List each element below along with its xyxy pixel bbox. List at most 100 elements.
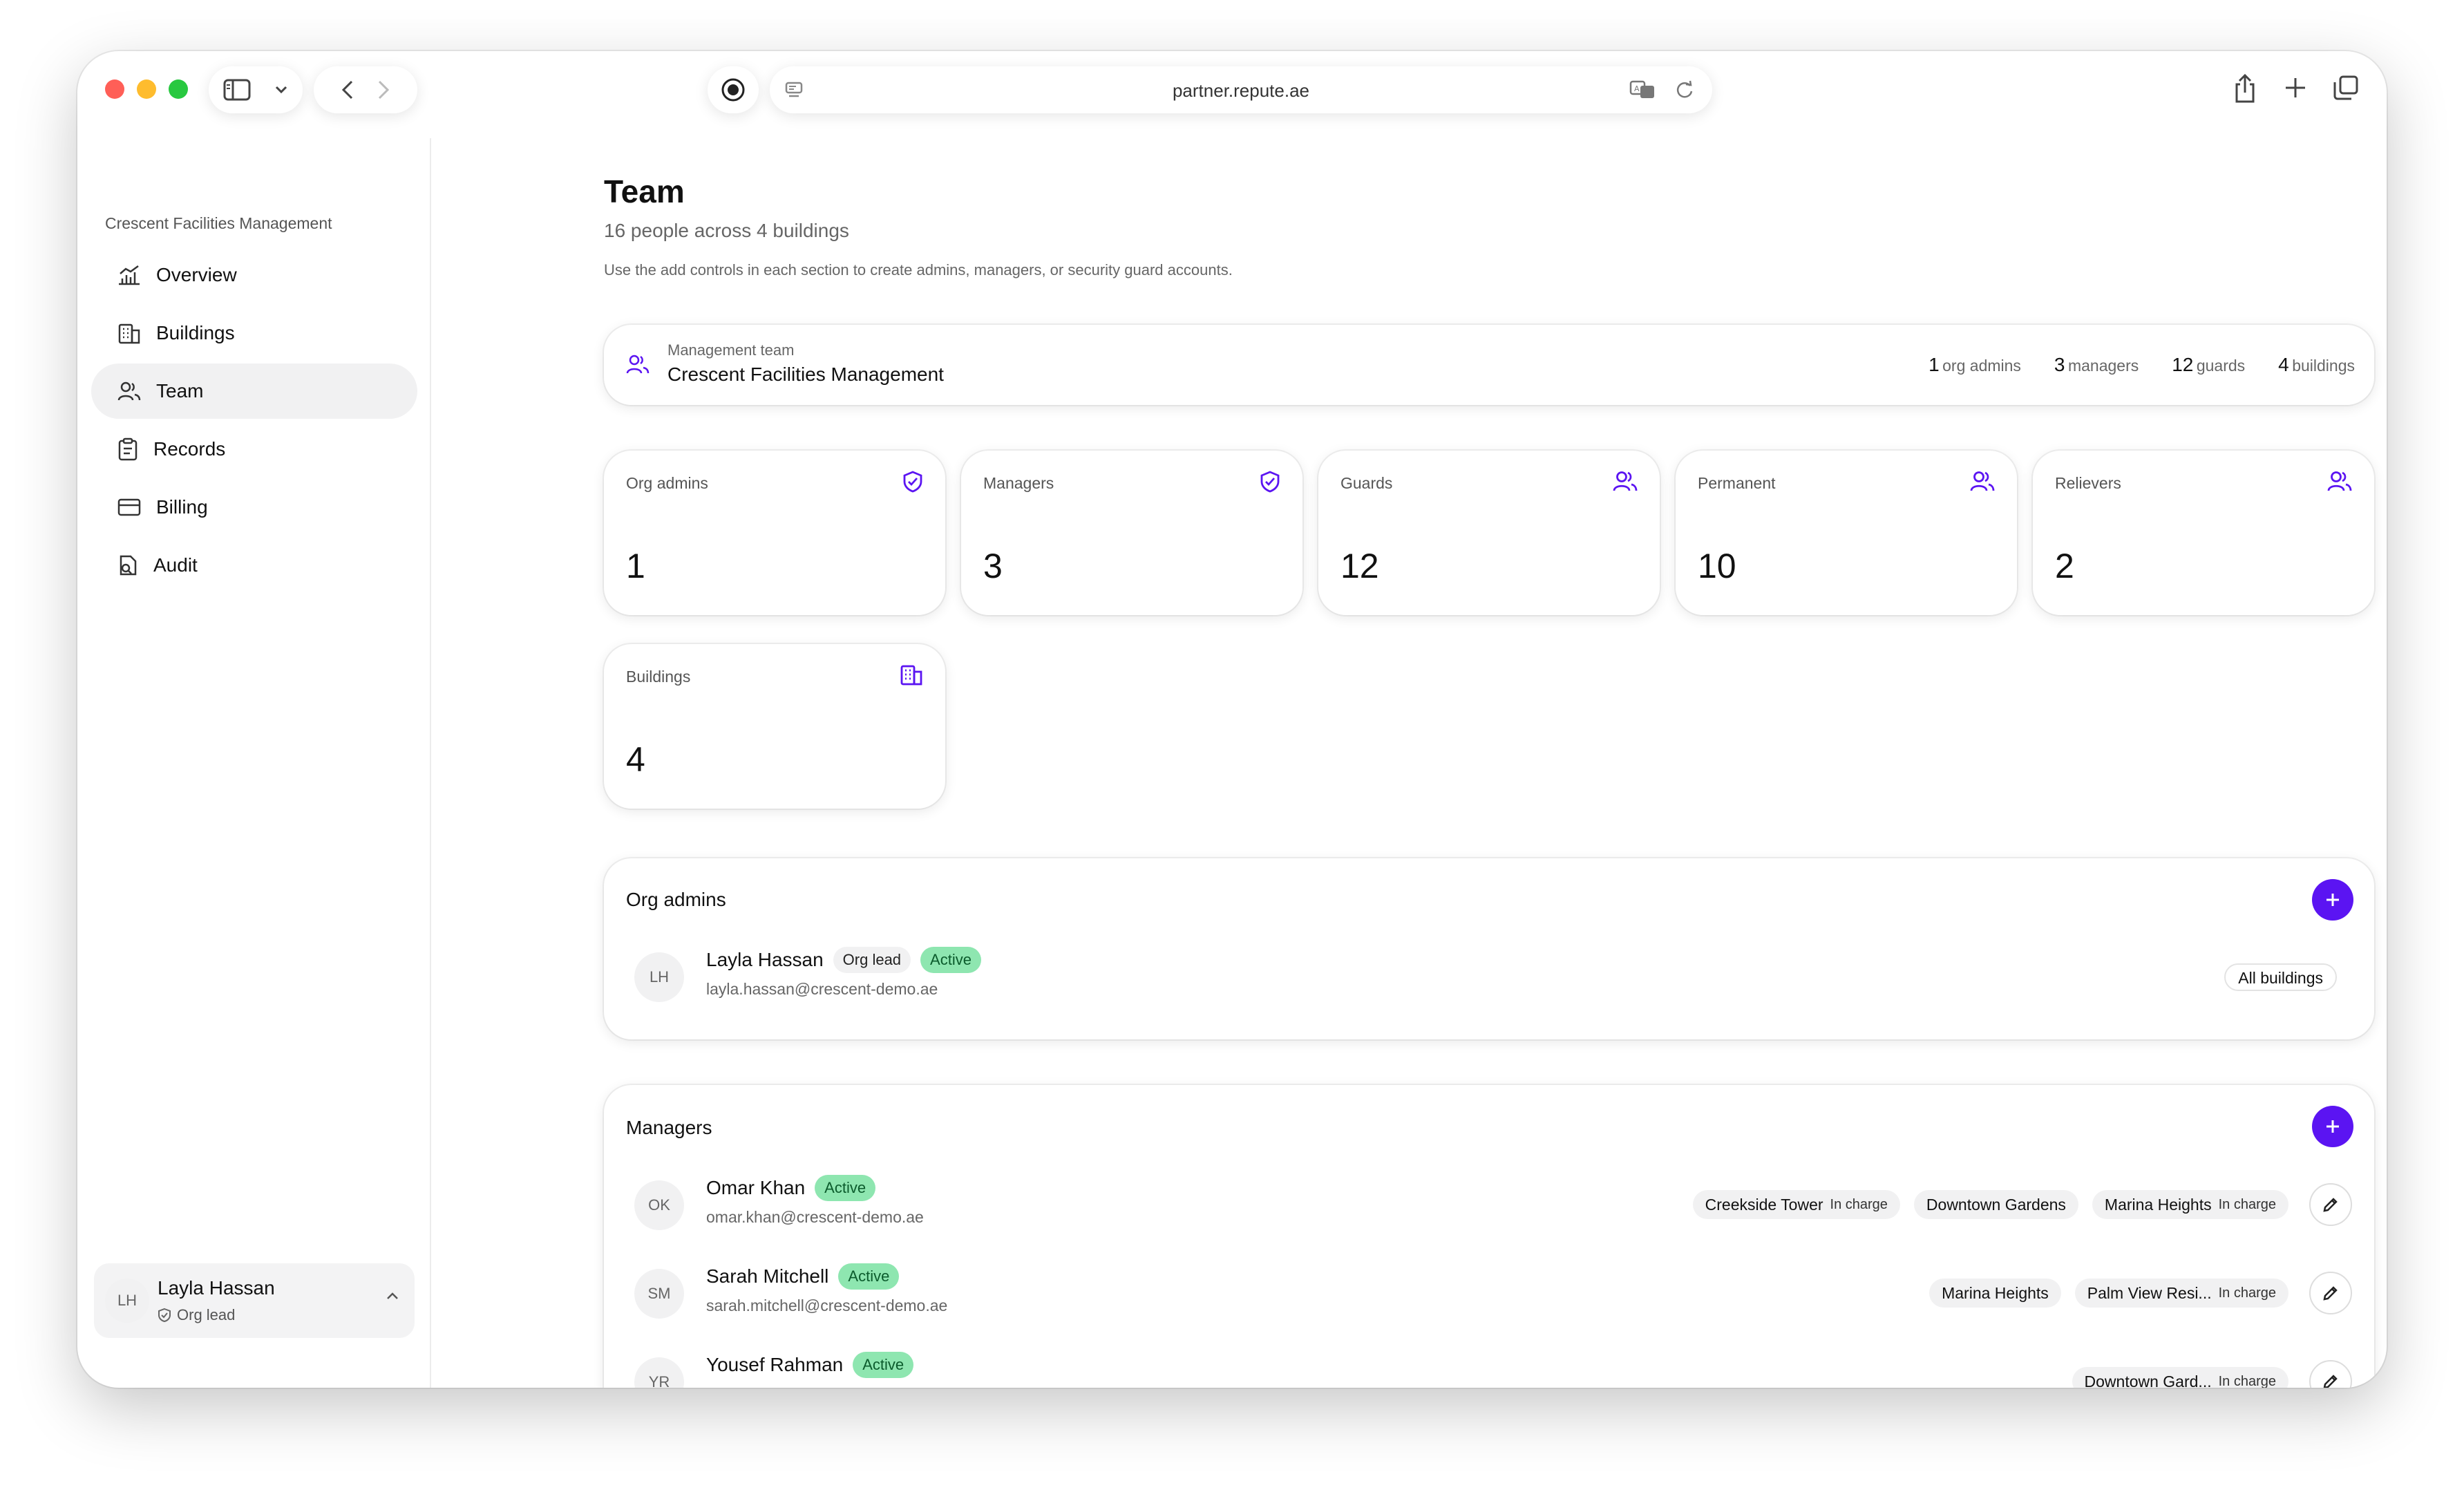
users-icon — [626, 354, 650, 375]
manager-row[interactable]: YR Yousef Rahman Active Downtown Gard...… — [634, 1350, 2352, 1388]
sidebar: Crescent Facilities Management Overview … — [77, 138, 431, 1388]
sidebar-item-label: Overview — [156, 264, 237, 285]
add-org-admin-button[interactable] — [2312, 879, 2353, 921]
stat-buildings: 4 buildings — [2278, 354, 2355, 375]
stat-card-managers: Managers 3 — [961, 451, 1302, 615]
stat-card-value: 3 — [983, 547, 1003, 585]
sidebar-item-label: Billing — [156, 496, 208, 518]
sidebar-item-overview[interactable]: Overview — [91, 247, 417, 303]
building-icon — [117, 322, 141, 344]
page-title: Team — [604, 173, 685, 209]
sidebar-toggle-icon[interactable] — [223, 79, 251, 101]
users-icon — [1970, 470, 1995, 492]
stat-guards: 12 guards — [2172, 354, 2246, 375]
org-admin-row[interactable]: LH Layla Hassan Org lead Active layla.ha… — [634, 945, 2352, 1015]
add-manager-button[interactable] — [2312, 1106, 2353, 1147]
manager-row[interactable]: SM Sarah Mitchell Active sarah.mitchell@… — [634, 1262, 2352, 1331]
file-search-icon — [117, 554, 138, 577]
back-icon[interactable] — [341, 79, 354, 100]
pencil-icon — [2323, 1198, 2338, 1212]
status-badge: Active — [853, 1352, 914, 1378]
stat-card-value: 1 — [626, 547, 645, 585]
users-icon — [1613, 470, 1638, 492]
minimize-window-button[interactable] — [137, 79, 156, 99]
building-chip: Marina Heights In charge — [2092, 1190, 2288, 1219]
section-title: Managers — [626, 1117, 712, 1138]
sidebar-item-team[interactable]: Team — [91, 364, 417, 419]
users-icon — [2327, 470, 2352, 492]
stat-card-buildings: Buildings 4 — [604, 644, 945, 809]
record-icon — [721, 77, 746, 102]
sidebar-item-buildings[interactable]: Buildings — [91, 305, 417, 361]
reload-icon[interactable] — [1675, 80, 1694, 100]
user-menu[interactable]: LH Layla Hassan Org lead — [94, 1263, 415, 1338]
avatar: OK — [634, 1180, 684, 1230]
shield-check-icon — [902, 470, 923, 493]
edit-manager-button[interactable] — [2309, 1183, 2352, 1226]
stat-card-label: Buildings — [626, 668, 691, 686]
edit-manager-button[interactable] — [2309, 1272, 2352, 1314]
managers-section: Managers OK Omar Khan Active omar.khan@c… — [604, 1085, 2374, 1388]
management-team-label: Management team — [667, 341, 795, 359]
stat-card-org-admins: Org admins 1 — [604, 451, 945, 615]
building-chip: Downtown Gardens — [1913, 1190, 2078, 1219]
new-tab-icon[interactable] — [2284, 76, 2307, 100]
address-bar[interactable]: partner.repute.ae A — [770, 66, 1712, 113]
sidebar-item-label: Buildings — [156, 322, 235, 343]
avatar: YR — [634, 1357, 684, 1388]
tab-overview-icon[interactable] — [2333, 75, 2359, 101]
close-window-button[interactable] — [105, 79, 124, 99]
building-chip: Creekside Tower In charge — [1692, 1190, 1900, 1219]
status-badge: Active — [920, 947, 981, 973]
stat-card-label: Permanent — [1698, 474, 1776, 492]
member-name: Omar Khan — [706, 1177, 806, 1198]
edit-manager-button[interactable] — [2309, 1360, 2352, 1388]
status-badge: Active — [838, 1263, 900, 1290]
sidebar-item-billing[interactable]: Billing — [91, 480, 417, 535]
title-bar: partner.repute.ae A — [77, 51, 2387, 138]
sidebar-item-audit[interactable]: Audit — [91, 538, 417, 593]
org-name: Crescent Facilities Management — [105, 214, 332, 232]
sidebar-item-label: Audit — [153, 554, 198, 576]
avatar: SM — [634, 1269, 684, 1319]
pencil-icon — [2323, 1286, 2338, 1301]
browser-window: partner.repute.ae A Crescent Facilities … — [77, 51, 2387, 1388]
record-button[interactable] — [708, 66, 759, 113]
stat-card-permanent: Permanent 10 — [1676, 451, 2017, 615]
user-role: Org lead — [177, 1306, 236, 1323]
stat-card-label: Managers — [983, 474, 1054, 492]
user-name: Layla Hassan — [158, 1277, 275, 1299]
chevron-down-icon[interactable] — [274, 85, 288, 95]
member-email: omar.khan@crescent-demo.ae — [706, 1208, 924, 1226]
stat-card-value: 4 — [626, 740, 645, 779]
building-chip: Palm View Resi... In charge — [2074, 1279, 2288, 1308]
manager-row[interactable]: OK Omar Khan Active omar.khan@crescent-d… — [634, 1173, 2352, 1243]
stat-card-value: 12 — [1340, 547, 1379, 585]
stat-managers: 3 managers — [2054, 354, 2139, 375]
forward-icon[interactable] — [377, 79, 390, 100]
users-icon — [117, 381, 141, 402]
building-chip: Downtown Gard... In charge — [2072, 1367, 2288, 1388]
management-team-card: Management team Crescent Facilities Mana… — [604, 325, 2374, 405]
stat-card-value: 2 — [2055, 547, 2074, 585]
avatar: LH — [105, 1279, 149, 1323]
zoom-window-button[interactable] — [169, 79, 188, 99]
svg-text:A: A — [1634, 84, 1640, 93]
share-icon[interactable] — [2233, 73, 2257, 104]
member-name: Sarah Mitchell — [706, 1265, 829, 1287]
sidebar-item-records[interactable]: Records — [91, 422, 417, 477]
stat-card-value: 10 — [1698, 547, 1736, 585]
translate-icon[interactable]: A — [1629, 80, 1656, 100]
chevron-up-icon — [386, 1291, 399, 1301]
shield-check-icon — [158, 1308, 171, 1323]
clipboard-icon — [117, 437, 138, 461]
stat-card-label: Guards — [1340, 474, 1393, 492]
management-team-name: Crescent Facilities Management — [667, 364, 944, 385]
member-name: Yousef Rahman — [706, 1354, 844, 1375]
sidebar-item-label: Records — [153, 438, 226, 460]
member-name: Layla Hassan — [706, 949, 824, 970]
chart-icon — [117, 265, 141, 285]
org-admins-section: Org admins LH Layla Hassan Org lead Acti… — [604, 858, 2374, 1039]
page-hint: Use the add controls in each section to … — [604, 261, 1233, 279]
credit-card-icon — [117, 498, 141, 516]
